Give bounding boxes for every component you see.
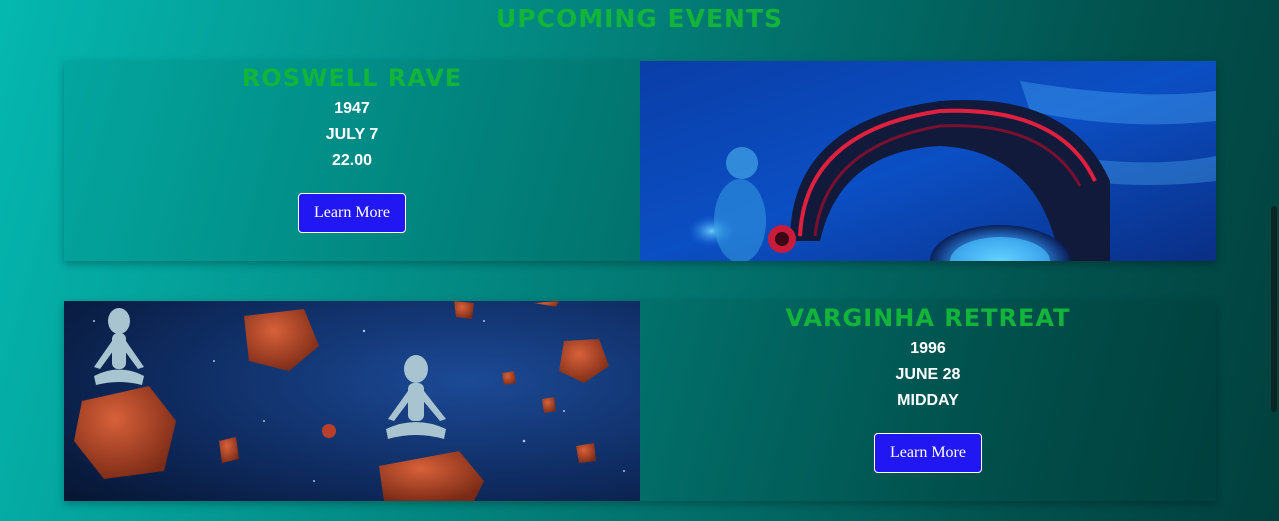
event-title: VARGINHA RETREAT (785, 304, 1071, 332)
event-image-dj (640, 61, 1216, 261)
event-card-roswell: ROSWELL RAVE 1947 JULY 7 22.00 Learn Mor… (64, 61, 1216, 261)
event-title: ROSWELL RAVE (241, 64, 463, 92)
page-scrollbar[interactable] (1271, 206, 1277, 412)
learn-more-button[interactable]: Learn More (298, 193, 406, 233)
event-year: 1947 (334, 100, 370, 117)
alien-dj-headphones-image (640, 61, 1216, 261)
event-time: MIDDAY (897, 392, 959, 409)
event-info: VARGINHA RETREAT 1996 JUNE 28 MIDDAY Lea… (640, 301, 1216, 501)
section-title: UPCOMING EVENTS (495, 4, 784, 33)
event-time: 22.00 (331, 152, 373, 169)
event-date: JULY 7 (325, 126, 379, 143)
event-date: JUNE 28 (895, 366, 961, 383)
learn-more-button[interactable]: Learn More (874, 433, 982, 473)
meditating-aliens-asteroids-image (64, 301, 640, 501)
event-image-retreat (64, 301, 640, 501)
event-info: ROSWELL RAVE 1947 JULY 7 22.00 Learn Mor… (64, 61, 640, 261)
event-card-varginha: VARGINHA RETREAT 1996 JUNE 28 MIDDAY Lea… (64, 301, 1216, 501)
event-year: 1996 (910, 340, 946, 357)
